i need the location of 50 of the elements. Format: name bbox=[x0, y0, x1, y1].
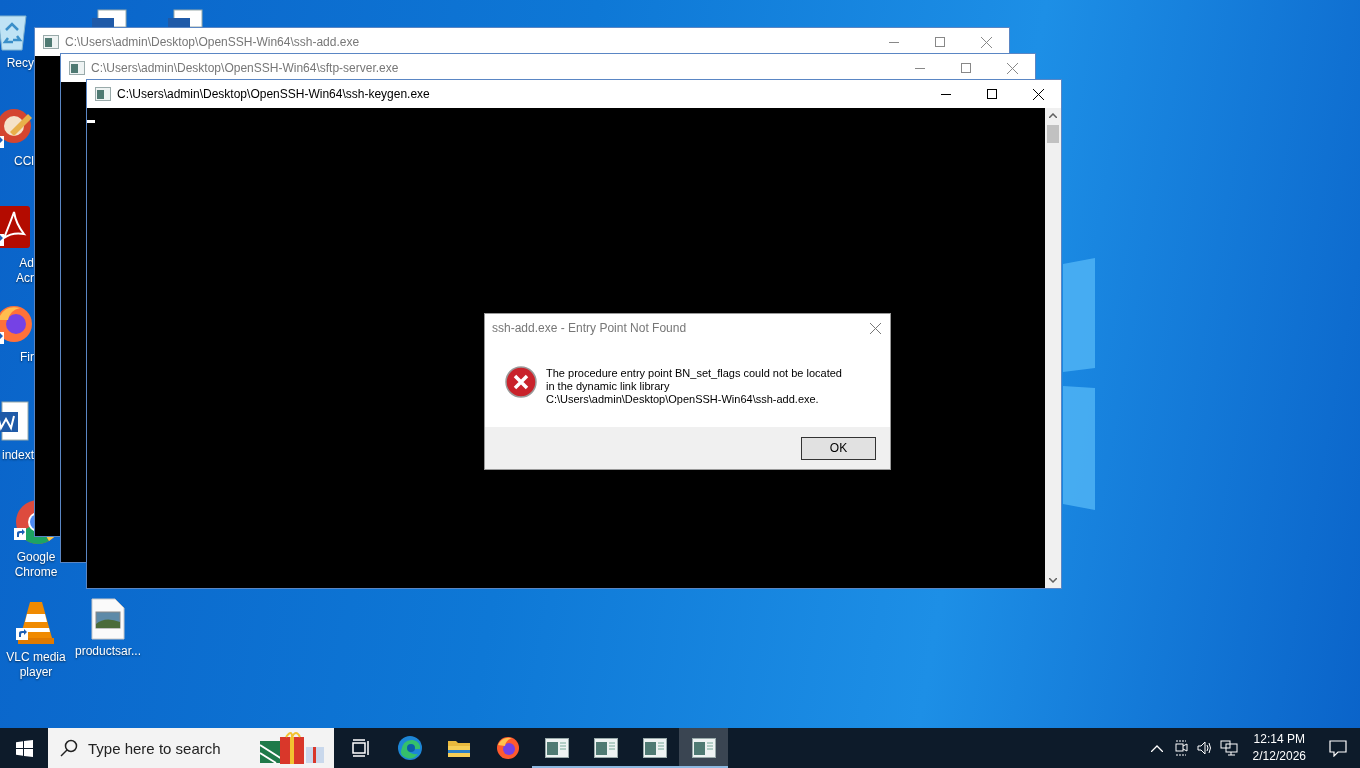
chevron-down-icon[interactable] bbox=[1049, 578, 1057, 583]
desktop-icon-label[interactable]: indext bbox=[1, 448, 34, 463]
search-field[interactable]: Type here to search bbox=[88, 739, 248, 757]
console-window-icon bbox=[691, 738, 716, 758]
camera-icon[interactable] bbox=[1173, 740, 1188, 756]
brush-icon bbox=[0, 106, 34, 150]
desktop-icon-label[interactable]: Fir bbox=[20, 350, 34, 365]
error-icon bbox=[505, 366, 537, 398]
maximize-icon bbox=[935, 37, 945, 47]
edge-icon bbox=[396, 735, 423, 761]
task-view-icon bbox=[350, 739, 371, 757]
desktop-icon-label[interactable]: Ad Acr bbox=[16, 256, 34, 286]
desktop-icon-label[interactable]: CCl bbox=[14, 154, 34, 169]
scrollbar-thumb[interactable] bbox=[1047, 125, 1059, 143]
taskbar-app-button[interactable] bbox=[679, 728, 728, 768]
speech-bubble-icon bbox=[1329, 739, 1347, 757]
close-icon bbox=[1032, 88, 1044, 100]
desktop-icon-label[interactable]: Google Chrome bbox=[1, 550, 71, 580]
clock-date: 2/12/2026 bbox=[1252, 748, 1306, 765]
console-window-icon bbox=[642, 738, 667, 758]
windows-logo-icon bbox=[15, 739, 33, 757]
close-icon bbox=[1006, 62, 1018, 74]
window-title: C:\Users\admin\Desktop\OpenSSH-Win64\ssh-keygen.exe bbox=[117, 87, 431, 101]
console-window-icon bbox=[593, 738, 618, 758]
network-icon[interactable] bbox=[1219, 740, 1238, 756]
desktop-icon-label[interactable]: productsar... bbox=[74, 644, 141, 659]
folder-icon bbox=[446, 738, 471, 758]
maximize-icon bbox=[987, 89, 997, 99]
console-window-icon bbox=[95, 87, 111, 101]
window-title: C:\Users\admin\Desktop\OpenSSH-Win64\sftp-server.exe bbox=[91, 61, 400, 75]
window-title: C:\Users\admin\Desktop\OpenSSH-Win64\ssh-add.exe bbox=[65, 35, 361, 49]
desktop-icon-label[interactable]: Recy bbox=[6, 56, 34, 71]
dialog-title: ssh-add.exe - Entry Point Not Found bbox=[492, 321, 688, 335]
search-icon bbox=[60, 739, 78, 757]
clock[interactable]: 12:14 PM 2/12/2026 bbox=[1240, 731, 1316, 765]
error-message: The procedure entry point BN_set_flags could not be located in the dynamic link library C:\Users\admin\Desktop\OpenSSH-Win64\ssh-add.exe. bbox=[546, 367, 842, 406]
maximize-icon bbox=[961, 63, 971, 73]
console-window-icon bbox=[544, 738, 569, 758]
text-cursor bbox=[87, 120, 95, 123]
close-icon bbox=[869, 322, 881, 334]
console-window-icon bbox=[43, 35, 59, 49]
desktop-icon-label[interactable]: VLC media player bbox=[1, 650, 71, 680]
console-window-icon bbox=[69, 61, 85, 75]
close-icon bbox=[980, 36, 992, 48]
speaker-icon[interactable] bbox=[1196, 741, 1213, 755]
ok-button[interactable]: OK bbox=[801, 436, 876, 460]
image-file-icon bbox=[91, 598, 125, 640]
firefox-icon bbox=[495, 736, 520, 760]
clock-time: 12:14 PM bbox=[1253, 731, 1305, 748]
scrollbar[interactable] bbox=[1045, 108, 1061, 588]
